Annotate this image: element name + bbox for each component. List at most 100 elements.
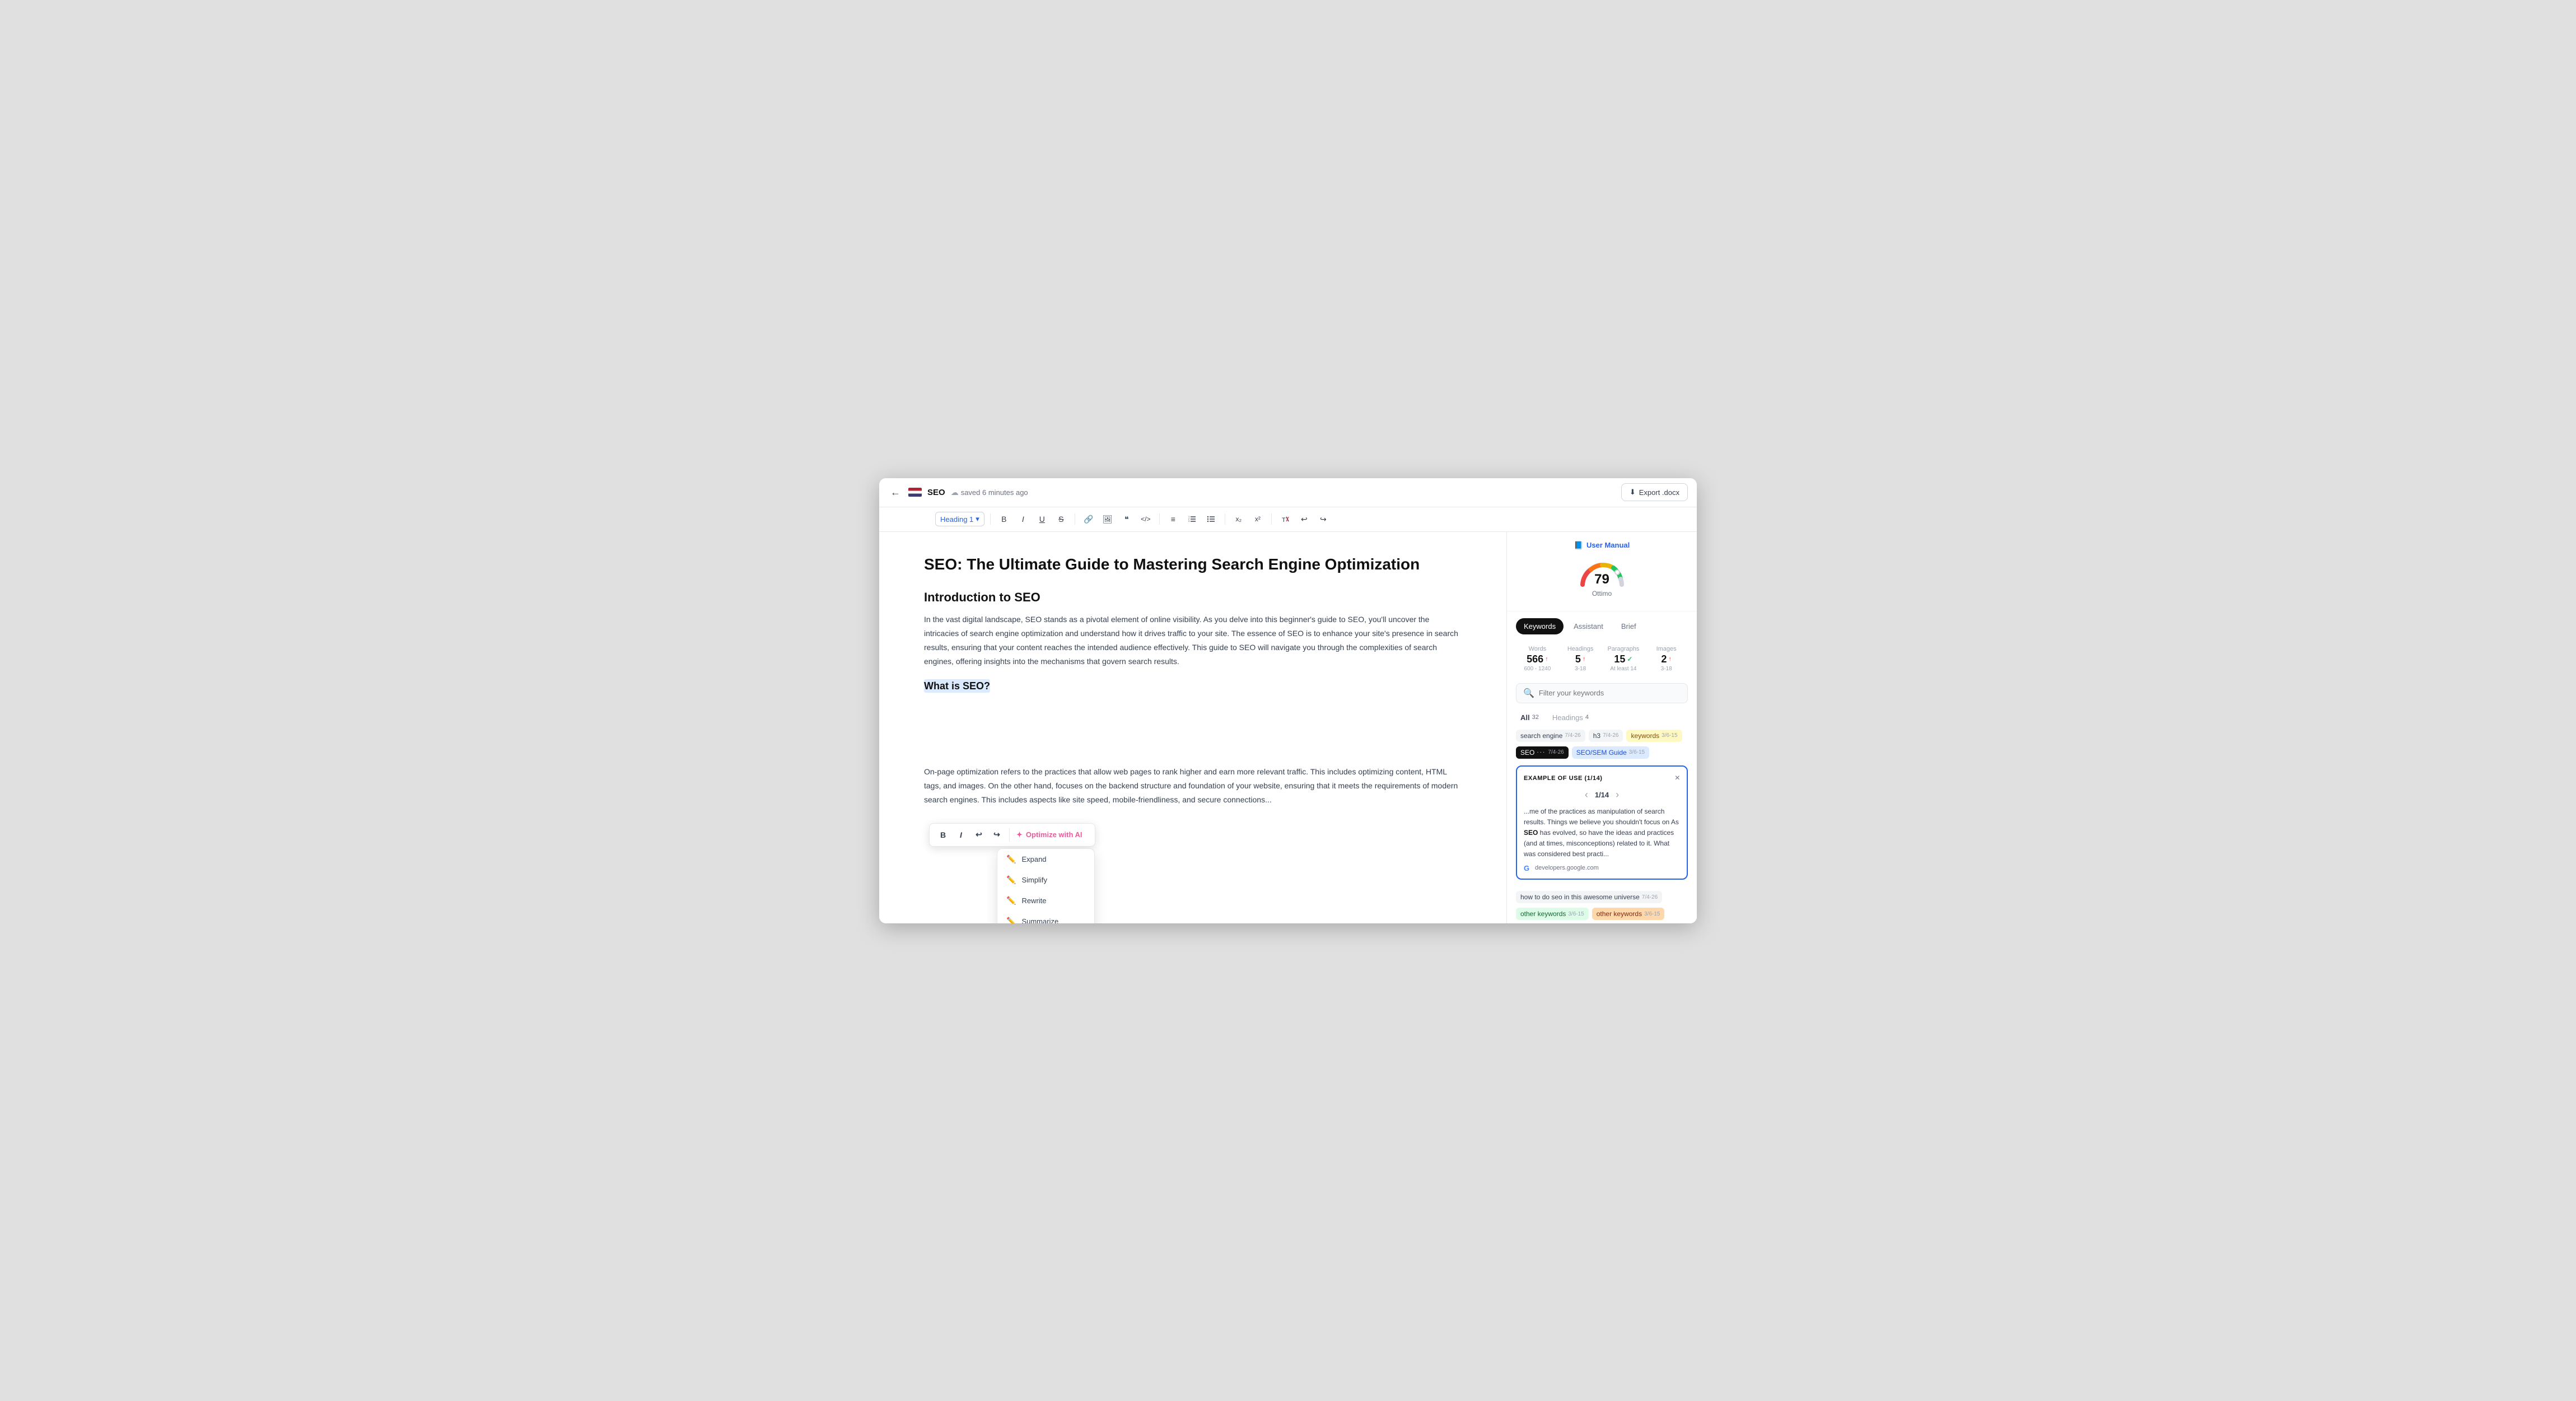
code-button[interactable]: </> xyxy=(1138,511,1154,527)
simplify-icon: ✏️ xyxy=(1006,875,1016,885)
book-icon: 📘 xyxy=(1574,541,1583,550)
headings-arrow: ↑ xyxy=(1583,656,1586,662)
example-prev-button[interactable]: ‹ xyxy=(1585,789,1588,801)
app-window: ← SEO ☁ saved 6 minutes ago ⬇ Export .do… xyxy=(879,478,1697,923)
toolbar-left: ← SEO ☁ saved 6 minutes ago xyxy=(888,484,1614,501)
float-redo-button[interactable]: ↪ xyxy=(989,827,1005,843)
gauge-score: 79 xyxy=(1594,572,1609,587)
selected-heading-text: What is SEO? xyxy=(924,679,990,693)
bold-button[interactable]: B xyxy=(996,511,1012,527)
stats-row: Words 566 ↑ 600 - 1240 Headings 5 ↑ 3-18 xyxy=(1507,639,1697,679)
image-button[interactable]: 🖼 xyxy=(1100,511,1116,527)
underline-button[interactable]: U xyxy=(1034,511,1050,527)
search-icon: 🔍 xyxy=(1523,688,1534,699)
seo-dots: ··· xyxy=(1537,749,1546,755)
float-italic-button[interactable]: I xyxy=(953,827,969,843)
tag-other-keywords-1[interactable]: other keywords 3/6-15 xyxy=(1516,908,1589,920)
example-next-button[interactable]: › xyxy=(1616,789,1619,801)
tag-other-keywords-2[interactable]: other keywords 3/6-15 xyxy=(1592,908,1665,920)
tag-how-to-seo[interactable]: how to do seo in this awesome universe 7… xyxy=(1516,891,1662,903)
strikethrough-button[interactable]: S xyxy=(1053,511,1069,527)
divider3 xyxy=(1159,513,1160,525)
filter-input[interactable] xyxy=(1539,689,1681,697)
example-title: EXAMPLE OF USE (1/14) xyxy=(1524,775,1603,782)
example-nav: ‹ 1/14 › xyxy=(1524,789,1680,801)
ai-expand-item[interactable]: ✏️ Expand xyxy=(997,849,1094,870)
floating-toolbar: B I ↩ ↪ ✦ Optimize with AI xyxy=(929,823,1095,847)
rewrite-icon: ✏️ xyxy=(1006,896,1016,905)
filter-area: 🔍 xyxy=(1507,679,1697,708)
paragraphs-check: ✓ xyxy=(1627,655,1632,663)
tab-assistant[interactable]: Assistant xyxy=(1566,618,1611,634)
stat-words: Words 566 ↑ 600 - 1240 xyxy=(1516,643,1559,674)
list-ordered-button[interactable]: 123 xyxy=(1184,511,1200,527)
sidebar-header: 📘 User Manual xyxy=(1507,532,1697,611)
tag-seo[interactable]: SEO ··· 7/4-26 xyxy=(1516,746,1569,759)
document-title: SEO: The Ultimate Guide to Mastering Sea… xyxy=(924,554,1462,575)
subscript-button[interactable]: x₂ xyxy=(1231,511,1247,527)
gauge-label: Ottimo xyxy=(1592,590,1612,597)
ai-dropdown-menu: ✏️ Expand ✏️ Simplify ✏️ Rewrite ✏️ Summ… xyxy=(997,848,1095,923)
download-icon: ⬇ xyxy=(1630,488,1636,497)
tab-keywords[interactable]: Keywords xyxy=(1516,618,1564,634)
sparkle-icon: ✦ xyxy=(1016,830,1023,839)
example-box: EXAMPLE OF USE (1/14) × ‹ 1/14 › ...me o… xyxy=(1516,765,1688,880)
right-sidebar: 📘 User Manual xyxy=(1506,532,1697,923)
superscript-button[interactable]: x² xyxy=(1250,511,1266,527)
tags-row-3: how to do seo in this awesome universe 7… xyxy=(1507,889,1697,905)
words-arrow: ↑ xyxy=(1545,656,1548,662)
link-button[interactable]: 🔗 xyxy=(1081,511,1096,527)
undo-button[interactable]: ↩ xyxy=(1296,511,1312,527)
format-toolbar: Heading 1 ▾ B I U S 🔗 🖼 ❝ </> ≡ 123 x₂ x… xyxy=(879,507,1697,532)
gauge-container: 79 xyxy=(1577,557,1627,587)
what-is-seo-heading-wrap: What is SEO? xyxy=(924,680,1462,692)
example-text: ...me of the practices as manipulation o… xyxy=(1524,806,1680,860)
intro-heading: Introduction to SEO xyxy=(924,590,1462,605)
svg-text:3: 3 xyxy=(1188,520,1190,522)
chevron-down-icon: ▾ xyxy=(976,515,979,524)
tab-brief[interactable]: Brief xyxy=(1613,618,1644,634)
tag-seo-sem-guide[interactable]: SEO/SEM Guide 3/6-15 xyxy=(1572,746,1649,759)
tags-row-1: search engine 7/4-26 h3 7/4-26 keywords … xyxy=(1507,727,1697,744)
kw-tab-headings[interactable]: Headings 4 xyxy=(1548,711,1593,724)
tag-h3[interactable]: h3 7/4-26 xyxy=(1589,730,1623,742)
cloud-icon: ☁ xyxy=(951,488,959,497)
divider xyxy=(990,513,991,525)
main-toolbar: ← SEO ☁ saved 6 minutes ago ⬇ Export .do… xyxy=(879,478,1697,507)
intro-paragraph: In the vast digital landscape, SEO stand… xyxy=(924,613,1462,669)
tag-search-engine[interactable]: search engine 7/4-26 xyxy=(1516,730,1585,742)
float-bold-button[interactable]: B xyxy=(935,827,951,843)
ai-rewrite-item[interactable]: ✏️ Rewrite xyxy=(997,890,1094,911)
user-manual-label: 📘 User Manual xyxy=(1516,541,1688,550)
export-button[interactable]: ⬇ Export .docx xyxy=(1621,483,1688,501)
blockquote-button[interactable]: ❝ xyxy=(1119,511,1135,527)
heading-select[interactable]: Heading 1 ▾ xyxy=(935,512,984,526)
ai-simplify-item[interactable]: ✏️ Simplify xyxy=(997,870,1094,890)
editor[interactable]: SEO: The Ultimate Guide to Mastering Sea… xyxy=(879,532,1506,923)
tag-keywords[interactable]: keywords 3/6-15 xyxy=(1626,730,1682,742)
kw-tab-all[interactable]: All 32 xyxy=(1516,711,1543,724)
score-gauge: 79 Ottimo xyxy=(1516,557,1688,597)
saved-status: ☁ saved 6 minutes ago xyxy=(951,488,1028,497)
sidebar-tabs: Keywords Assistant Brief xyxy=(1507,611,1697,639)
flag-icon xyxy=(908,488,922,497)
stat-headings: Headings 5 ↑ 3-18 xyxy=(1559,643,1602,674)
summarize-icon: ✏️ xyxy=(1006,917,1016,923)
italic-button[interactable]: I xyxy=(1015,511,1031,527)
float-undo-button[interactable]: ↩ xyxy=(971,827,987,843)
back-button[interactable]: ← xyxy=(888,484,903,501)
expand-icon: ✏️ xyxy=(1006,854,1016,864)
svg-text:T: T xyxy=(1282,517,1286,524)
list-unordered-button[interactable] xyxy=(1203,511,1219,527)
images-arrow: ↑ xyxy=(1668,656,1672,662)
tags-row-2: SEO ··· 7/4-26 SEO/SEM Guide 3/6-15 xyxy=(1507,744,1697,761)
divider5 xyxy=(1271,513,1272,525)
optimize-ai-button[interactable]: ✦ Optimize with AI xyxy=(1009,828,1089,842)
redo-button[interactable]: ↪ xyxy=(1315,511,1331,527)
align-button[interactable]: ≡ xyxy=(1165,511,1181,527)
example-close-button[interactable]: × xyxy=(1675,773,1680,783)
ai-summarize-item[interactable]: ✏️ Summarize xyxy=(997,911,1094,923)
example-source: G developers.google.com xyxy=(1524,864,1680,872)
clear-format-button[interactable]: T xyxy=(1277,511,1293,527)
tags-row-4: other keywords 3/6-15 other keywords 3/6… xyxy=(1507,905,1697,922)
